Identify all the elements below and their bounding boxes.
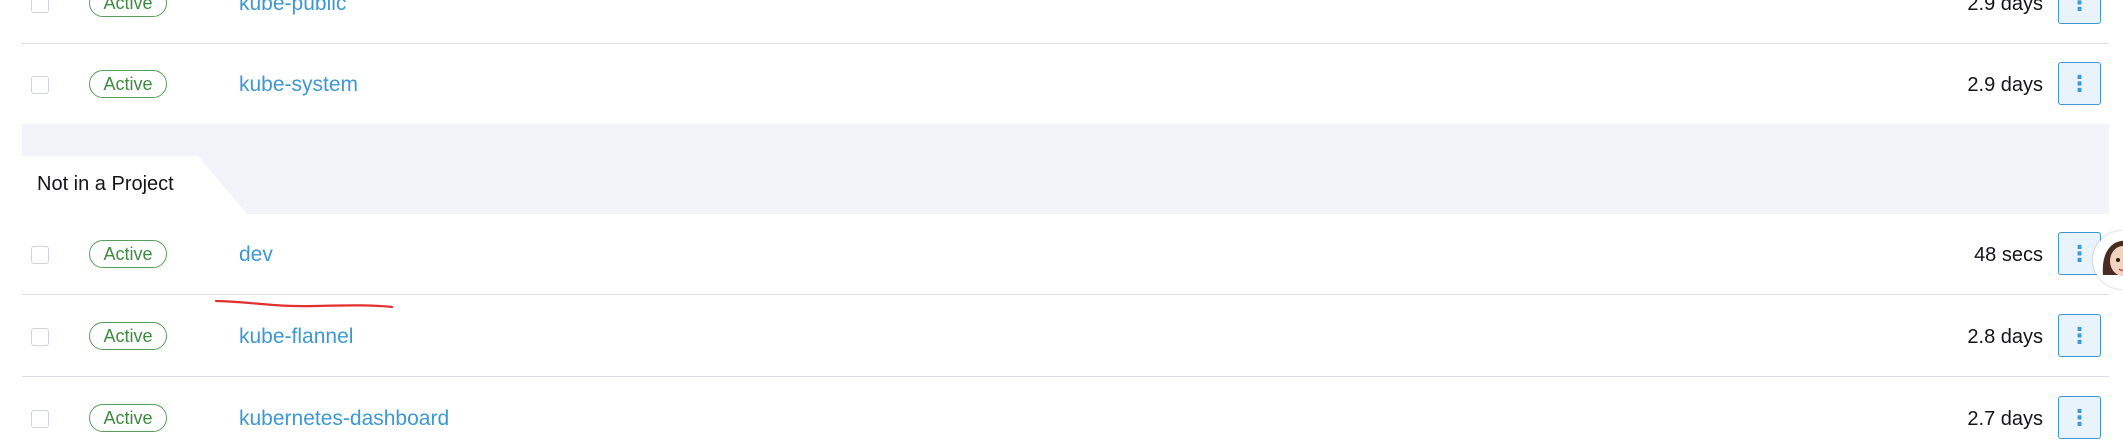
namespace-link[interactable]: kube-public bbox=[239, 0, 346, 18]
namespace-link[interactable]: dev bbox=[239, 241, 273, 269]
row-checkbox[interactable] bbox=[31, 0, 49, 13]
age-value: 2.7 days bbox=[1967, 408, 2043, 430]
table-row: Active kube-public 2.9 days ⋮ bbox=[22, 0, 2109, 44]
row-checkbox[interactable] bbox=[31, 76, 49, 94]
group-separator bbox=[22, 124, 2109, 214]
table-row: Active kubernetes-dashboard 2.7 days ⋮ bbox=[22, 378, 2109, 447]
annotation-underline bbox=[214, 299, 394, 309]
namespace-table: Active kube-public 2.9 days ⋮ Active kub… bbox=[22, 0, 2109, 447]
age-value: 2.9 days bbox=[1967, 0, 2043, 15]
row-checkbox[interactable] bbox=[31, 328, 49, 346]
age-value: 2.8 days bbox=[1967, 326, 2043, 348]
row-actions-button[interactable]: ⋮ bbox=[2058, 396, 2101, 439]
namespace-link[interactable]: kube-flannel bbox=[239, 323, 353, 351]
status-badge: Active bbox=[89, 70, 167, 98]
row-actions-button[interactable]: ⋮ bbox=[2058, 314, 2101, 357]
status-badge: Active bbox=[89, 404, 167, 432]
age-value: 2.9 days bbox=[1967, 74, 2043, 96]
row-actions-button[interactable]: ⋮ bbox=[2058, 62, 2101, 105]
row-checkbox[interactable] bbox=[31, 246, 49, 264]
namespaces-page: Active kube-public 2.9 days ⋮ Active kub… bbox=[0, 0, 2123, 447]
group-header-label: Not in a Project bbox=[37, 173, 174, 195]
status-badge: Active bbox=[89, 0, 167, 17]
age-value: 48 secs bbox=[1974, 244, 2043, 266]
table-row: Active kube-system 2.9 days ⋮ bbox=[22, 44, 2109, 125]
row-checkbox[interactable] bbox=[31, 410, 49, 428]
row-actions-button[interactable]: ⋮ bbox=[2058, 0, 2101, 24]
namespace-link[interactable]: kubernetes-dashboard bbox=[239, 405, 449, 433]
table-row: Active dev 48 secs ⋮ bbox=[22, 214, 2109, 295]
namespace-link[interactable]: kube-system bbox=[239, 71, 358, 99]
status-badge: Active bbox=[89, 240, 167, 268]
status-badge: Active bbox=[89, 322, 167, 350]
